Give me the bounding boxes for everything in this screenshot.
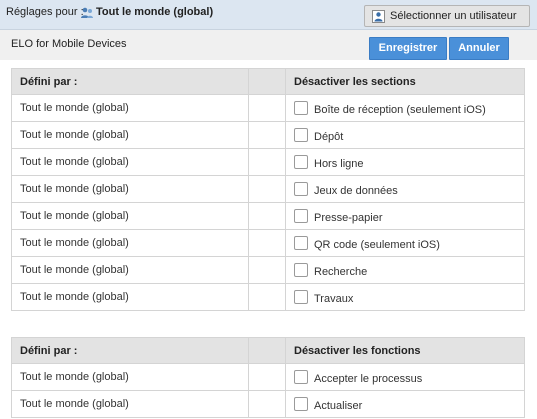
settings-scope-bar: Réglages pour : Tout le monde (global) S… [0, 0, 537, 30]
table-header-row: Défini par : Désactiver les sections [11, 68, 525, 95]
table-row: Tout le monde (global) Accepter le proces… [11, 363, 525, 391]
table-row: Tout le monde (global) Hors ligne [11, 148, 525, 176]
select-user-button[interactable]: Sélectionner un utilisateur [364, 5, 530, 27]
empty-cell [248, 229, 286, 257]
disable-option-cell: QR code (seulement iOS) [285, 229, 525, 257]
table-row: Tout le monde (global) Recherche [11, 256, 525, 284]
empty-cell [248, 121, 286, 149]
defined-by-cell: Tout le monde (global) [11, 94, 249, 122]
empty-cell [248, 94, 286, 122]
option-label: Recherche [314, 265, 368, 278]
disable-checkbox[interactable] [294, 262, 308, 277]
table-row: Tout le monde (global) Travaux [11, 283, 525, 311]
option-label: Boîte de réception (seulement iOS) [314, 103, 486, 116]
disable-option-cell: Dépôt [285, 121, 525, 149]
option-label: Jeux de données [314, 184, 398, 197]
disable-checkbox[interactable] [294, 289, 308, 304]
defined-by-cell: Tout le monde (global) [11, 175, 249, 203]
save-button[interactable]: Enregistrer [369, 37, 447, 60]
defined-by-column-header: Défini par : [11, 337, 249, 364]
settings-for-label: Réglages pour : [6, 6, 84, 18]
table-row: Tout le monde (global) QR code (seulement… [11, 229, 525, 257]
defined-by-cell: Tout le monde (global) [11, 283, 249, 311]
defined-by-cell: Tout le monde (global) [11, 121, 249, 149]
disable-checkbox[interactable] [294, 100, 308, 115]
option-label: QR code (seulement iOS) [314, 238, 440, 251]
select-user-label: Sélectionner un utilisateur [390, 10, 517, 22]
empty-cell [248, 390, 286, 418]
settings-scope-value: Tout le monde (global) [96, 6, 214, 18]
defined-by-cell: Tout le monde (global) [11, 363, 249, 391]
disable-option-cell: Accepter le processus [285, 363, 525, 391]
option-label: Hors ligne [314, 157, 364, 170]
disable-checkbox[interactable] [294, 235, 308, 250]
disable-option-cell: Presse-papier [285, 202, 525, 230]
option-label: Presse-papier [314, 211, 383, 224]
disable-checkbox[interactable] [294, 127, 308, 142]
empty-cell [248, 256, 286, 284]
empty-cell [248, 202, 286, 230]
empty-cell [248, 148, 286, 176]
option-label: Actualiser [314, 399, 363, 412]
user-icon [372, 10, 385, 23]
empty-cell [248, 175, 286, 203]
disable-sections-column-header: Désactiver les sections [285, 68, 525, 95]
disable-functions-column-header: Désactiver les fonctions [285, 337, 525, 364]
table-row: Tout le monde (global) Actualiser [11, 390, 525, 418]
users-icon [81, 7, 93, 18]
disable-checkbox[interactable] [294, 181, 308, 196]
disable-option-cell: Actualiser [285, 390, 525, 418]
table-row: Tout le monde (global) Boîte de réception… [11, 94, 525, 122]
defined-by-cell: Tout le monde (global) [11, 202, 249, 230]
table-row: Tout le monde (global) Jeux de données [11, 175, 525, 203]
empty-cell [248, 283, 286, 311]
defined-by-cell: Tout le monde (global) [11, 256, 249, 284]
option-label: Dépôt [314, 130, 344, 143]
disable-functions-table: Défini par : Désactiver les fonctions To… [11, 337, 525, 418]
disable-checkbox[interactable] [294, 208, 308, 223]
cancel-button[interactable]: Annuler [449, 37, 509, 60]
option-label: Travaux [314, 292, 354, 305]
disable-checkbox[interactable] [294, 154, 308, 169]
table-row: Tout le monde (global) Dépôt [11, 121, 525, 149]
disable-option-cell: Boîte de réception (seulement iOS) [285, 94, 525, 122]
disable-option-cell: Recherche [285, 256, 525, 284]
defined-by-column-header: Défini par : [11, 68, 249, 95]
disable-checkbox[interactable] [294, 369, 308, 384]
empty-cell [248, 363, 286, 391]
disable-option-cell: Hors ligne [285, 148, 525, 176]
empty-column-header [248, 68, 286, 95]
defined-by-cell: Tout le monde (global) [11, 390, 249, 418]
empty-column-header [248, 337, 286, 364]
disable-sections-table: Défini par : Désactiver les sections Tou… [11, 68, 525, 311]
disable-option-cell: Jeux de données [285, 175, 525, 203]
disable-checkbox[interactable] [294, 396, 308, 411]
defined-by-cell: Tout le monde (global) [11, 229, 249, 257]
disable-option-cell: Travaux [285, 283, 525, 311]
defined-by-cell: Tout le monde (global) [11, 148, 249, 176]
option-label: Accepter le processus [314, 372, 423, 385]
table-row: Tout le monde (global) Presse-papier [11, 202, 525, 230]
table-header-row: Défini par : Désactiver les fonctions [11, 337, 525, 364]
module-title: ELO for Mobile Devices [11, 38, 127, 50]
